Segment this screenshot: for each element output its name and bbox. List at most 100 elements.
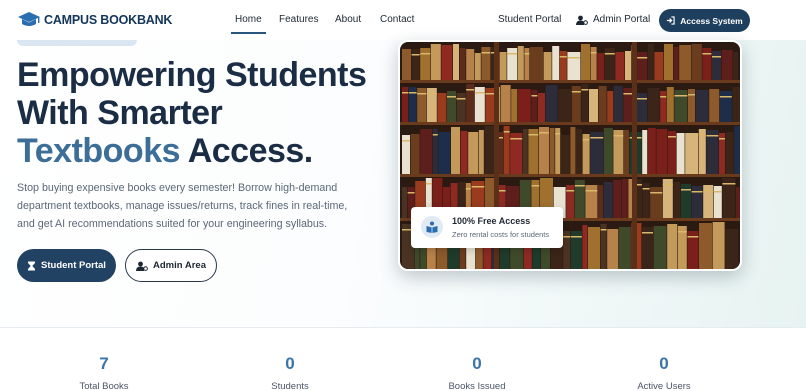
book-spine <box>581 44 590 80</box>
book-spine <box>456 93 466 122</box>
book-band <box>677 231 687 233</box>
book-spine <box>613 86 623 122</box>
hourglass-icon <box>28 261 36 270</box>
book-spine <box>600 224 607 269</box>
book-band <box>668 136 676 138</box>
book-spine <box>654 52 664 80</box>
book-spine <box>637 52 648 80</box>
book-spine <box>500 85 511 122</box>
book-band <box>681 189 691 191</box>
book-spine <box>673 47 679 80</box>
book-spine <box>709 89 720 122</box>
free-access-card: 100% Free Access Zero rental costs for s… <box>411 207 563 248</box>
book-spine <box>698 129 706 174</box>
book-spine <box>531 90 538 122</box>
brand-name: CAMPUS BOOKBANK <box>44 13 173 27</box>
book-band <box>713 191 722 193</box>
book-band <box>407 192 415 194</box>
book-band <box>507 53 518 55</box>
free-access-subtitle: Zero rental costs for students <box>452 230 550 239</box>
nav-admin-portal[interactable]: Admin Portal <box>576 14 650 25</box>
admin-area-button[interactable]: Admin Area <box>125 249 217 282</box>
book-spine <box>524 48 530 80</box>
book-spine <box>430 44 441 80</box>
book-spine <box>703 185 714 218</box>
nav-link-features[interactable]: Features <box>279 14 318 25</box>
book-band <box>712 56 721 58</box>
book-spine <box>642 130 648 174</box>
book-spine <box>679 45 692 80</box>
book-spine <box>511 89 518 122</box>
brand-logo[interactable]: CAMPUS BOOKBANK <box>17 11 172 29</box>
book-spine <box>660 91 667 122</box>
book-spine <box>589 89 598 122</box>
book-band <box>426 93 437 95</box>
book-spine <box>647 44 654 80</box>
book-band <box>528 134 539 136</box>
shelf-divider <box>632 42 637 269</box>
access-system-button[interactable]: Access System <box>659 9 750 32</box>
book-spine <box>410 134 420 174</box>
book-spine <box>432 129 438 174</box>
book-spine <box>664 44 673 80</box>
book-spine <box>607 91 614 122</box>
book-band <box>481 52 491 54</box>
book-band <box>531 95 538 97</box>
student-portal-button[interactable]: Student Portal <box>17 249 116 282</box>
book-spine <box>656 129 668 174</box>
book-spine <box>613 180 622 218</box>
book-band <box>471 186 485 188</box>
book-spine <box>558 89 572 122</box>
book-spine <box>441 45 453 80</box>
book-band <box>447 96 456 98</box>
book-spine <box>411 49 420 80</box>
book-spine <box>478 130 484 174</box>
book-spine <box>702 48 712 80</box>
nav-student-portal[interactable]: Student Portal <box>498 14 561 25</box>
book-spine <box>499 52 507 80</box>
book-spine <box>437 93 447 122</box>
book-band <box>687 236 699 238</box>
section-divider <box>0 327 806 328</box>
book-spine <box>549 128 555 174</box>
book-spine <box>732 87 740 122</box>
book-band <box>474 92 485 94</box>
nav-link-about[interactable]: About <box>335 14 361 25</box>
book-band <box>604 53 615 55</box>
book-spine <box>438 132 451 174</box>
book-spine <box>460 131 468 174</box>
book-band <box>719 138 725 140</box>
nav-link-home[interactable]: Home <box>231 14 266 34</box>
graduation-cap-icon <box>18 12 40 26</box>
book-spine <box>466 49 475 80</box>
book-band <box>503 131 510 133</box>
book-spine <box>451 127 460 174</box>
sign-in-icon <box>667 16 675 25</box>
book-band <box>674 95 688 97</box>
book-spine <box>613 130 624 174</box>
stat-value: 0 <box>472 354 482 373</box>
nav-link-contact[interactable]: Contact <box>380 14 414 25</box>
book-band <box>650 192 663 194</box>
book-spine <box>712 51 721 80</box>
book-spine <box>402 187 407 218</box>
book-spine <box>674 90 688 122</box>
book-spine <box>560 135 570 174</box>
hero-headline: Empowering Students With Smarter Textboo… <box>17 56 397 170</box>
book-band <box>574 185 585 187</box>
book-spine <box>566 185 575 218</box>
book-band <box>703 190 714 192</box>
hero-description: Stop buying expensive books every semest… <box>17 182 348 230</box>
book-spine <box>555 128 561 174</box>
book-spine <box>736 187 740 218</box>
book-spine <box>530 47 543 80</box>
book-spine <box>733 52 739 80</box>
book-band <box>570 236 582 238</box>
book-band <box>465 188 471 190</box>
book-band <box>637 184 642 186</box>
book-spine <box>706 130 719 174</box>
book-band <box>466 89 475 91</box>
stat-active-users: 0 Active Users <box>604 354 724 391</box>
book-band <box>702 53 712 55</box>
book-band <box>539 132 549 134</box>
